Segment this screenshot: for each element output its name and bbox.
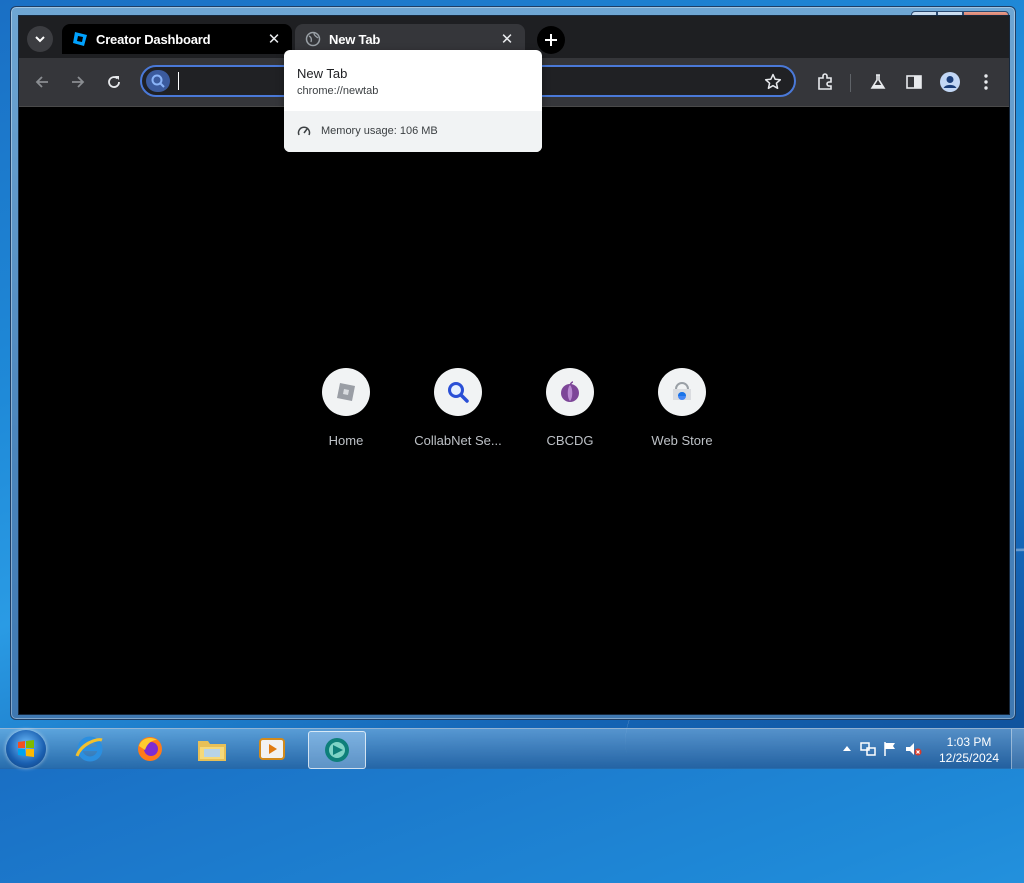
hover-card-memory-row: Memory usage: 106 MB (284, 111, 542, 152)
magnifier-icon (448, 382, 469, 403)
taskbar-firefox[interactable] (122, 731, 178, 767)
shortcut-label: Home (328, 433, 364, 448)
forward-button[interactable] (66, 70, 90, 94)
arrow-right-icon (72, 76, 85, 88)
arrow-left-icon (35, 76, 48, 88)
roblox-studio-icon (73, 32, 87, 46)
network-icon[interactable] (860, 741, 876, 757)
show-desktop-button[interactable] (1011, 729, 1024, 769)
tab-creator-dashboard[interactable]: Creator Dashboard ✕ (62, 24, 292, 54)
gauge-icon (297, 126, 311, 136)
tab-title: New Tab (329, 31, 381, 47)
clock-date: 12/25/2024 (938, 751, 1000, 765)
shortcut-tile (546, 368, 594, 416)
back-button[interactable] (30, 70, 54, 94)
bookmark-star-icon[interactable] (764, 73, 782, 96)
browser-app-icon (325, 738, 349, 762)
shortcut-tile (434, 368, 482, 416)
shortcut-tile (658, 368, 706, 416)
profile-avatar-icon[interactable] (938, 70, 962, 94)
taskbar-file-explorer[interactable] (184, 731, 240, 767)
taskbar: 1:03 PM 12/25/2024 (0, 728, 1024, 769)
roblox-icon (337, 383, 355, 401)
memory-usage-text: Memory usage: 106 MB (321, 125, 438, 137)
more-menu-icon[interactable] (974, 70, 998, 94)
shortcut-web-store[interactable]: Web Store (632, 368, 732, 448)
reload-icon (108, 76, 120, 88)
search-icon (146, 70, 170, 92)
shortcut-label: CollabNet Se... (414, 433, 502, 448)
shortcut-home[interactable]: Home (296, 368, 396, 448)
shortcut-tile (322, 368, 370, 416)
globe-icon (305, 31, 321, 47)
clock-time: 1:03 PM (946, 735, 992, 749)
start-button[interactable] (6, 730, 46, 768)
labs-flask-icon[interactable] (866, 70, 890, 94)
tab-close-icon[interactable]: ✕ (266, 30, 282, 48)
shortcut-collabnet[interactable]: CollabNet Se... (408, 368, 508, 448)
extensions-icon[interactable] (813, 70, 837, 94)
firefox-icon (138, 737, 162, 761)
shortcut-label: Web Store (651, 433, 713, 448)
tor-onion-icon (561, 381, 579, 402)
tab-title: Creator Dashboard (96, 31, 211, 47)
media-player-icon (259, 738, 285, 760)
volume-muted-icon[interactable] (904, 740, 922, 758)
shortcut-cbcdg[interactable]: CBCDG (520, 368, 620, 448)
tab-close-icon[interactable]: ✕ (499, 30, 515, 48)
hover-card-title: New Tab (297, 66, 348, 81)
chevron-down-icon (35, 36, 45, 43)
side-panel-icon[interactable] (902, 70, 926, 94)
show-hidden-icons-icon[interactable] (842, 744, 852, 752)
windows-logo-icon (18, 740, 34, 757)
tab-search-button[interactable] (27, 26, 53, 52)
internet-explorer-icon (75, 736, 103, 762)
new-tab-button[interactable] (537, 26, 565, 54)
text-cursor (178, 72, 179, 90)
taskbar-browser-app[interactable] (308, 731, 366, 769)
taskbar-internet-explorer[interactable] (62, 731, 118, 767)
toolbar-separator (850, 74, 851, 92)
webstore-icon (673, 382, 691, 400)
reload-button[interactable] (102, 70, 126, 94)
file-explorer-icon (198, 741, 226, 761)
tab-hover-card: New Tab chrome://newtab Memory usage: 10… (284, 50, 542, 152)
taskbar-clock[interactable]: 1:03 PM 12/25/2024 (934, 734, 1004, 766)
hover-card-url: chrome://newtab (297, 85, 379, 97)
shortcut-label: CBCDG (546, 433, 594, 448)
action-center-flag-icon[interactable] (882, 740, 898, 758)
plus-icon (545, 34, 557, 46)
taskbar-media-player[interactable] (244, 731, 300, 767)
